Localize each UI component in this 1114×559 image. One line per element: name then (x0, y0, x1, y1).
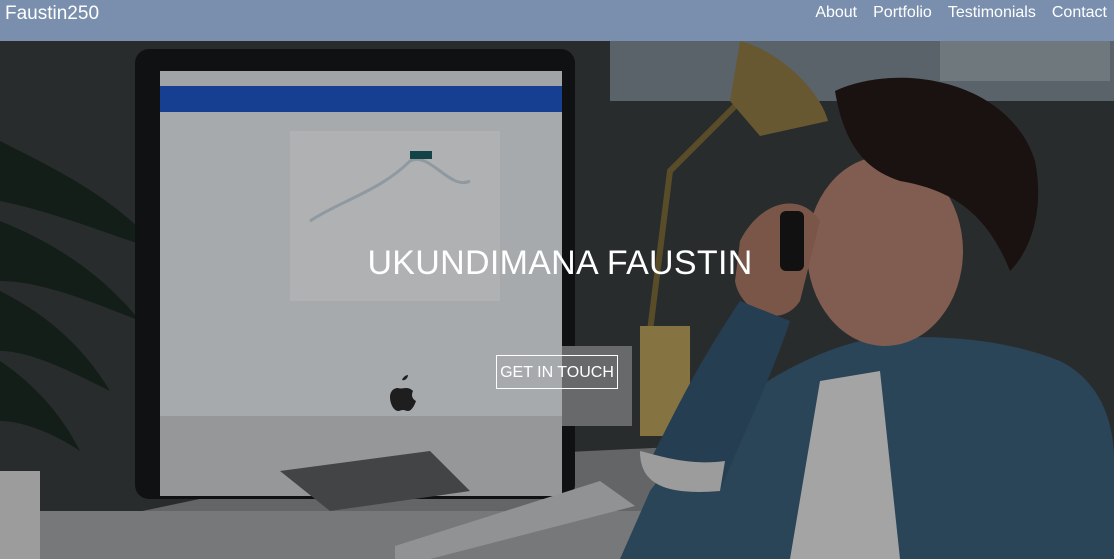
nav-link-portfolio[interactable]: Portfolio (873, 3, 932, 23)
nav-links: About Portfolio Testimonials Contact (815, 3, 1107, 23)
nav-link-testimonials[interactable]: Testimonials (948, 3, 1036, 23)
hero-overlay (0, 41, 1114, 559)
hero-section: UKUNDIMANA FAUSTIN GET IN TOUCH (0, 41, 1114, 559)
nav-link-about[interactable]: About (815, 3, 857, 23)
hero-title: UKUNDIMANA FAUSTIN (367, 244, 753, 282)
brand-link[interactable]: Faustin250 (5, 3, 99, 25)
navbar: Faustin250 About Portfolio Testimonials … (0, 0, 1114, 41)
nav-link-contact[interactable]: Contact (1052, 3, 1107, 23)
get-in-touch-button[interactable]: GET IN TOUCH (496, 355, 618, 389)
